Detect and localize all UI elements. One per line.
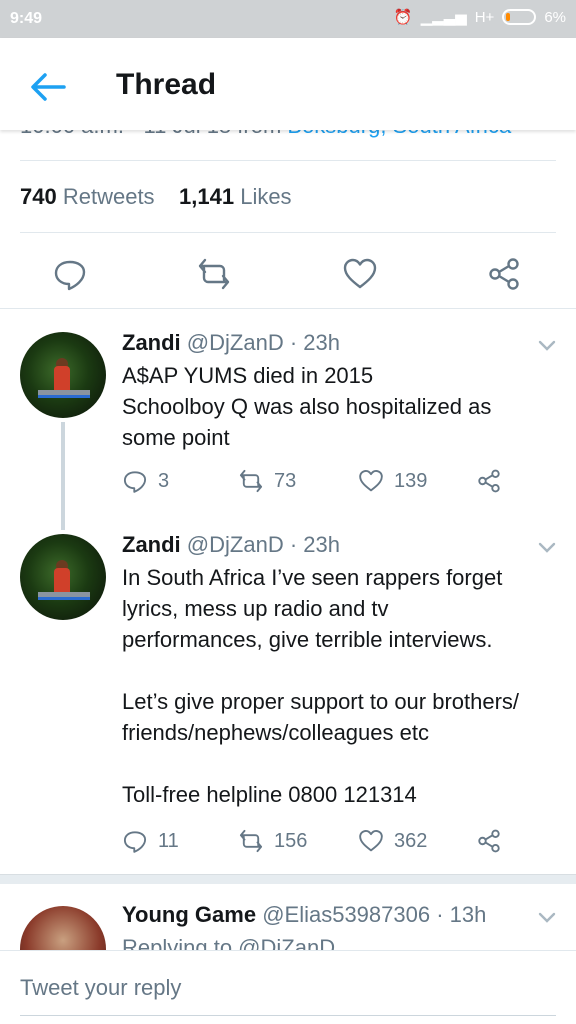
section-separator xyxy=(0,874,576,884)
retweet-action[interactable]: 156 xyxy=(238,828,307,854)
author: Zandi @DjZanD · 23h xyxy=(122,532,556,558)
status-icons: ⏰ ▁▂▃▅ H+ 6% xyxy=(393,8,566,27)
avatar[interactable] xyxy=(20,906,106,950)
tweet-actions: 11 156 362 xyxy=(122,828,556,858)
share-action[interactable] xyxy=(476,828,502,854)
reply-icon xyxy=(123,471,147,493)
thread-connector xyxy=(61,422,65,530)
reply-count: 3 xyxy=(158,469,170,492)
retweet-count: 156 xyxy=(274,829,308,852)
replying-to[interactable]: Replying to @DjZanD xyxy=(122,932,556,950)
reply-composer[interactable]: Tweet your reply xyxy=(0,950,576,1024)
retweets-count[interactable]: 740 xyxy=(20,184,57,209)
retweet-icon[interactable] xyxy=(196,256,232,292)
reply-input[interactable]: Tweet your reply xyxy=(20,975,181,1001)
like-icon xyxy=(359,469,383,492)
retweets-label[interactable]: Retweets xyxy=(63,184,155,209)
reply-icon xyxy=(123,831,147,853)
battery-icon xyxy=(502,9,537,25)
tweet-text: In South Africa I’ve seen rappers forget… xyxy=(122,565,520,807)
chevron-down-icon[interactable] xyxy=(538,912,556,924)
likes-count[interactable]: 1,141 xyxy=(179,184,234,209)
chevron-down-icon[interactable] xyxy=(538,542,556,554)
author-handle[interactable]: @DjZanD · 23h xyxy=(187,532,340,557)
like-count: 139 xyxy=(394,469,428,492)
divider xyxy=(20,232,556,233)
author-handle[interactable]: @Elias53987306 · 13h xyxy=(262,902,486,927)
location-link[interactable]: Boksburg, South Africa xyxy=(287,130,511,138)
like-action[interactable]: 139 xyxy=(358,468,427,494)
tweet-timestamp: 10:00 a.m. · 11 Jul 18 from Boksburg, So… xyxy=(20,130,511,139)
page-title: Thread xyxy=(116,68,217,101)
author-name[interactable]: Young Game xyxy=(122,902,256,927)
avatar[interactable] xyxy=(20,534,106,620)
likes-label[interactable]: Likes xyxy=(240,184,291,209)
divider xyxy=(0,308,576,309)
like-count: 362 xyxy=(394,829,428,852)
engagement-stats: 740 Retweets 1,141 Likes xyxy=(20,184,292,210)
share-action[interactable] xyxy=(476,468,502,494)
retweet-icon xyxy=(239,829,263,853)
like-action[interactable]: 362 xyxy=(358,828,427,854)
tweet-body: Zandi @DjZanD · 23h In South Africa I’ve… xyxy=(122,532,556,810)
chevron-down-icon[interactable] xyxy=(538,340,556,352)
reply-icon[interactable] xyxy=(52,256,88,292)
share-icon[interactable] xyxy=(486,256,522,292)
status-time: 9:49 xyxy=(10,10,43,27)
signal-icon: ▁▂▃▅ xyxy=(420,9,467,26)
tweet-actions: 3 73 139 xyxy=(122,468,556,498)
retweet-action[interactable]: 73 xyxy=(238,468,296,494)
back-arrow-icon[interactable] xyxy=(30,72,66,102)
author-name[interactable]: Zandi xyxy=(122,532,181,557)
status-bar: 9:49 ⏰ ▁▂▃▅ H+ 6% xyxy=(0,0,576,38)
reply-action[interactable]: 3 xyxy=(122,468,169,494)
tweet-body: Zandi @DjZanD · 23h A$AP YUMS died in 20… xyxy=(122,330,556,453)
thread-content[interactable]: 10:00 a.m. · 11 Jul 18 from Boksburg, So… xyxy=(0,130,576,950)
input-underline xyxy=(20,1015,556,1016)
retweet-icon xyxy=(239,469,263,493)
like-icon[interactable] xyxy=(342,256,378,292)
avatar[interactable] xyxy=(20,332,106,418)
reply-action[interactable]: 11 xyxy=(122,828,179,854)
share-icon xyxy=(478,469,500,493)
app-bar: Thread xyxy=(0,38,576,130)
share-icon xyxy=(478,829,500,853)
tweet-text: A$AP YUMS died in 2015 Schoolboy Q was a… xyxy=(122,363,492,450)
alarm-icon: ⏰ xyxy=(393,9,413,26)
retweet-count: 73 xyxy=(274,469,297,492)
divider xyxy=(20,160,556,161)
author: Young Game @Elias53987306 · 13h xyxy=(122,902,556,928)
battery-percent: 6% xyxy=(544,8,566,26)
author: Zandi @DjZanD · 23h xyxy=(122,330,556,356)
reply-count: 11 xyxy=(158,829,179,852)
main-tweet-actions xyxy=(0,248,576,308)
tweet-body: Young Game @Elias53987306 · 13h Replying… xyxy=(122,902,556,950)
network-type: H+ xyxy=(474,8,495,26)
author-handle[interactable]: @DjZanD · 23h xyxy=(187,330,340,355)
like-icon xyxy=(359,829,383,852)
author-name[interactable]: Zandi xyxy=(122,330,181,355)
